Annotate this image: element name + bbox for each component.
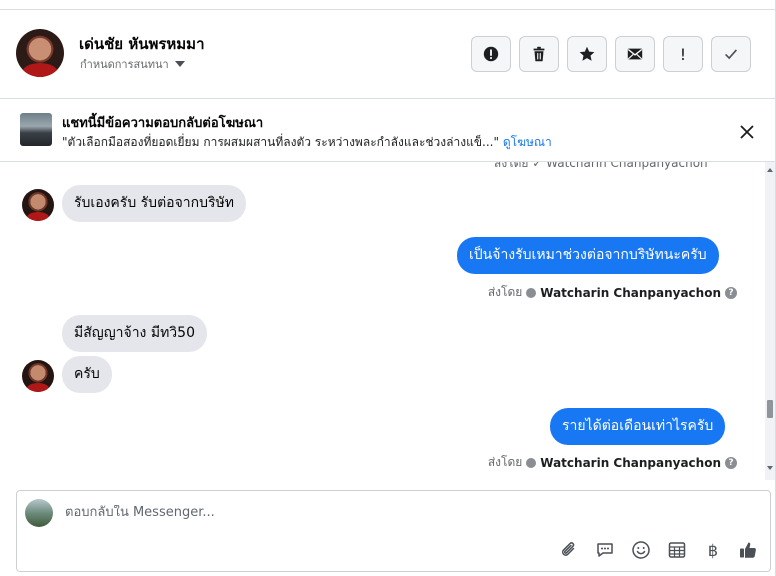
emoji-button[interactable] bbox=[630, 539, 652, 561]
message-bubble-incoming[interactable]: ครับ bbox=[62, 356, 112, 393]
caret-down-icon bbox=[174, 61, 185, 67]
contact-avatar[interactable] bbox=[16, 29, 64, 77]
delete-button[interactable] bbox=[519, 36, 559, 72]
ad-banner-description: "ตัวเลือกมือสองที่ยอดเยี่ยม การผสมผสานที… bbox=[62, 133, 552, 152]
report-icon bbox=[483, 46, 499, 62]
thumbs-up-icon bbox=[740, 542, 756, 558]
report-button[interactable] bbox=[471, 36, 511, 72]
baht-icon: ฿ bbox=[707, 540, 719, 560]
table-button[interactable] bbox=[666, 539, 688, 561]
close-icon bbox=[740, 125, 754, 139]
star-button[interactable] bbox=[567, 36, 607, 72]
message-scrollbar[interactable] bbox=[765, 162, 775, 480]
sent-by-line: ส่งโดย Watcharin Chanpanyachon ? bbox=[488, 453, 737, 472]
message-bubble-incoming[interactable]: รับเองครับ รับต่อจากบริษัท bbox=[62, 185, 246, 222]
message-bubble-incoming[interactable]: มีสัญญาจ้าง มีทวิ50 bbox=[62, 315, 207, 352]
window-top-edge bbox=[0, 0, 776, 10]
conversation-status-label: กำหนดการสนทนา bbox=[80, 58, 169, 71]
close-banner-button[interactable] bbox=[736, 121, 758, 143]
mark-done-button[interactable] bbox=[711, 36, 751, 72]
verified-icon bbox=[526, 457, 537, 468]
scroll-up-arrow-icon[interactable] bbox=[767, 168, 773, 172]
sender-name[interactable]: Watcharin Chanpanyachon bbox=[540, 456, 721, 470]
contact-avatar-small[interactable] bbox=[22, 360, 54, 392]
clipped-sender-line: ส่งโดย ✓ Watcharin Chanpanyachon bbox=[494, 162, 708, 170]
ad-quote: "ตัวเลือกมือสองที่ยอดเยี่ยม การผสมผสานที… bbox=[62, 135, 499, 149]
saved-replies-button[interactable] bbox=[594, 539, 616, 561]
ad-thumbnail[interactable] bbox=[20, 113, 52, 146]
exclamation-icon: ! bbox=[679, 44, 687, 64]
page-avatar bbox=[25, 499, 53, 527]
sender-name[interactable]: Watcharin Chanpanyachon bbox=[540, 286, 721, 300]
scroll-down-arrow-icon[interactable] bbox=[767, 466, 773, 470]
ad-reply-banner: แชทนี้มีข้อความตอบกลับต่อโฆษณา "ตัวเลือก… bbox=[0, 99, 775, 162]
help-icon[interactable]: ? bbox=[725, 456, 737, 469]
conversation-header: เด่นชัย หันพรหมมา กำหนดการสนทนา ! bbox=[0, 10, 775, 99]
contact-name[interactable]: เด่นชัย หันพรหมมา bbox=[79, 32, 205, 56]
table-icon bbox=[668, 542, 686, 558]
sent-by-prefix: ส่งโดย bbox=[487, 285, 523, 299]
saved-reply-icon bbox=[597, 543, 613, 557]
message-bubble-outgoing[interactable]: รายได้ต่อเดือนเท่าไรครับ bbox=[550, 408, 726, 445]
contact-avatar-small[interactable] bbox=[22, 189, 54, 221]
help-icon[interactable]: ? bbox=[725, 286, 737, 299]
ad-banner-title: แชทนี้มีข้อความตอบกลับต่อโฆษณา bbox=[62, 116, 264, 131]
trash-icon bbox=[533, 46, 545, 62]
message-bubble-outgoing[interactable]: เป็นจ้างรับเหมาช่วงต่อจากบริษัทนะครับ bbox=[457, 237, 719, 274]
attach-button[interactable] bbox=[558, 539, 580, 561]
reply-input[interactable] bbox=[65, 505, 665, 520]
like-button[interactable] bbox=[737, 539, 759, 561]
message-thread[interactable]: ส่งโดย ✓ Watcharin Chanpanyachon รับเองค… bbox=[0, 162, 765, 480]
payment-button[interactable]: ฿ bbox=[702, 539, 724, 561]
sent-by-prefix: ส่งโดย bbox=[487, 455, 523, 469]
star-icon bbox=[579, 46, 595, 61]
sent-by-line: ส่งโดย Watcharin Chanpanyachon ? bbox=[488, 283, 737, 302]
paperclip-icon bbox=[561, 542, 575, 556]
emoji-icon bbox=[632, 541, 650, 559]
envelope-icon bbox=[627, 48, 643, 60]
verified-icon bbox=[526, 287, 537, 298]
view-ad-link[interactable]: ดูโฆษณา bbox=[503, 135, 552, 149]
check-icon bbox=[725, 49, 738, 60]
mark-unread-button[interactable] bbox=[615, 36, 655, 72]
scrollbar-thumb[interactable] bbox=[767, 400, 773, 418]
follow-up-button[interactable]: ! bbox=[663, 36, 703, 72]
reply-composer: ฿ bbox=[16, 490, 771, 572]
conversation-status-dropdown[interactable]: กำหนดการสนทนา bbox=[80, 55, 185, 73]
